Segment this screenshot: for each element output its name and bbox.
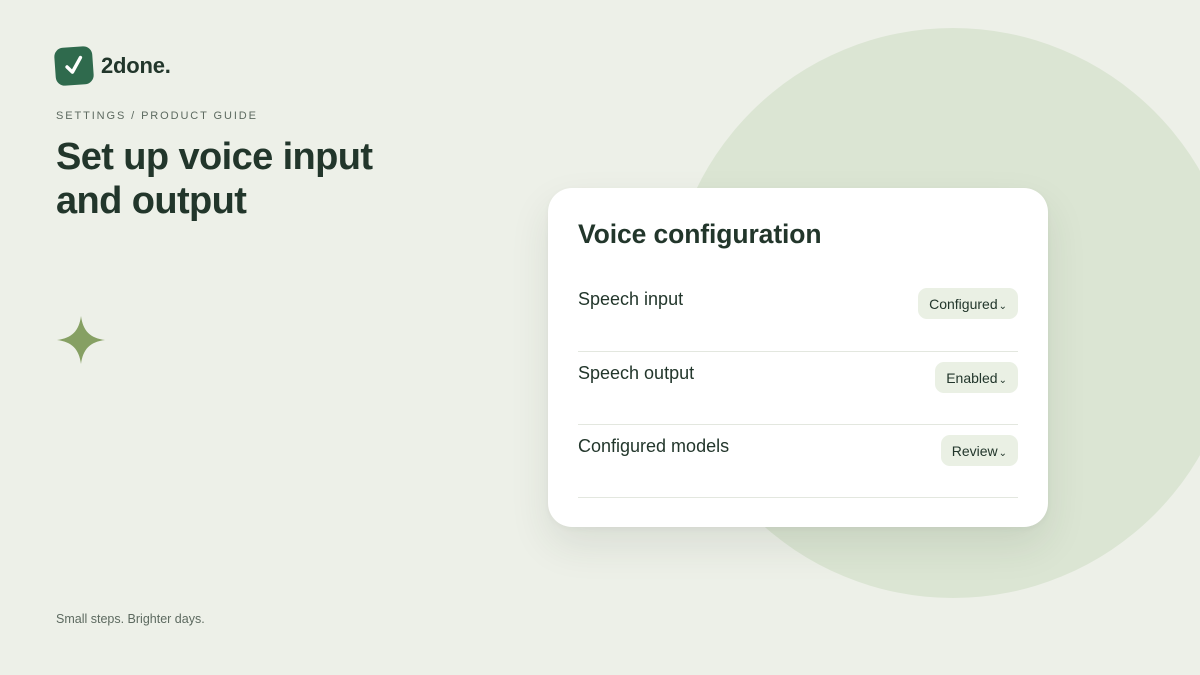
setting-row-configured-models: Configured models Review ⌄ xyxy=(578,425,1018,498)
chevron-down-icon: ⌄ xyxy=(998,375,1007,386)
configured-models-dropdown[interactable]: Review ⌄ xyxy=(940,435,1018,466)
tagline: Small steps. Brighter days. xyxy=(56,612,205,626)
dropdown-value: Enabled xyxy=(946,369,998,386)
dropdown-value: Configured xyxy=(929,295,998,312)
breadcrumb: SETTINGS / PRODUCT GUIDE xyxy=(56,110,258,122)
settings-list: Speech input Configured ⌄ Speech output … xyxy=(578,278,1018,498)
card-title: Voice configuration xyxy=(578,219,822,249)
setting-label: Speech output xyxy=(578,363,695,383)
speech-output-dropdown[interactable]: Enabled ⌄ xyxy=(935,362,1018,393)
page-title-line-1: Set up voice input xyxy=(56,136,373,178)
setting-label: Speech input xyxy=(578,289,684,309)
brand-logo[interactable]: 2done. xyxy=(53,45,171,87)
checkmark-icon xyxy=(53,45,95,87)
page-title-line-2: and output xyxy=(56,180,247,222)
brand-name: 2done. xyxy=(101,53,171,78)
setting-row-speech-input: Speech input Configured ⌄ xyxy=(578,278,1018,352)
setting-row-speech-output: Speech output Enabled ⌄ xyxy=(578,352,1018,425)
chevron-down-icon: ⌄ xyxy=(998,301,1007,312)
sparkle-icon xyxy=(57,316,105,369)
setting-label: Configured models xyxy=(578,436,730,456)
voice-configuration-card: Voice configuration Speech input Configu… xyxy=(548,188,1048,527)
page-title: Set up voice input and output xyxy=(56,135,476,223)
chevron-down-icon: ⌄ xyxy=(998,448,1007,459)
dropdown-value: Review xyxy=(951,442,998,459)
speech-input-dropdown[interactable]: Configured ⌄ xyxy=(918,288,1018,319)
